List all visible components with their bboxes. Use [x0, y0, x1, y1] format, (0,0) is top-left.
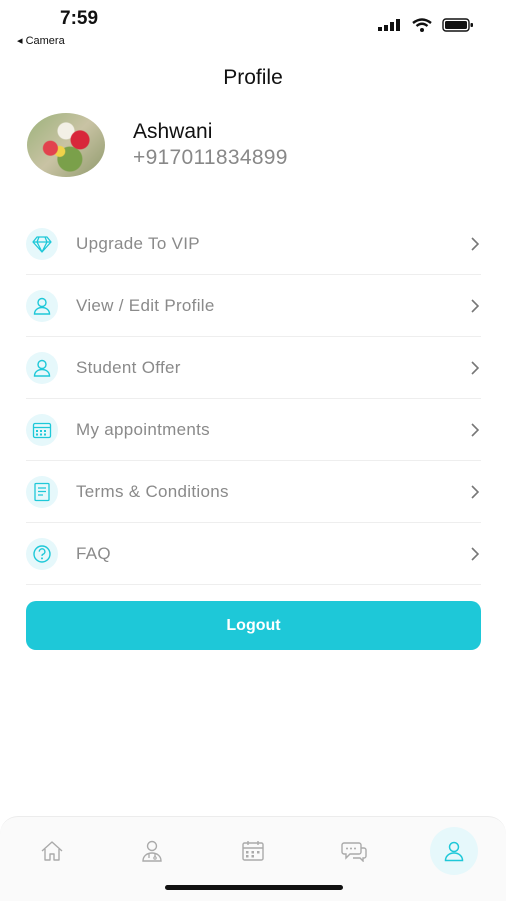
- calendar-icon: [26, 413, 58, 446]
- system-icons: [378, 18, 474, 32]
- status-bar: 7:59 ◂ Camera: [0, 0, 506, 52]
- status-time: 7:59: [60, 8, 99, 29]
- menu-item-my-appointments[interactable]: My appointments: [26, 399, 481, 461]
- diamond-icon: [26, 227, 58, 260]
- user-icon: [26, 351, 58, 384]
- chevron-right-icon: [471, 546, 479, 561]
- tab-calendar[interactable]: [228, 831, 278, 871]
- menu-item-label: My appointments: [76, 419, 210, 439]
- tab-chat[interactable]: [329, 831, 379, 871]
- menu-item-view-edit-profile[interactable]: View / Edit Profile: [26, 275, 481, 337]
- tab-home[interactable]: [27, 831, 77, 871]
- battery-icon: [442, 18, 473, 32]
- page-title: Profile: [223, 66, 283, 89]
- chat-icon: [341, 842, 367, 862]
- home-icon: [41, 841, 63, 861]
- question-icon: [26, 537, 58, 570]
- menu-item-upgrade-vip[interactable]: Upgrade To VIP: [26, 213, 481, 275]
- chevron-right-icon: [471, 298, 479, 313]
- chevron-right-icon: [471, 236, 479, 251]
- back-to-camera-link[interactable]: ◂ Camera: [17, 34, 65, 47]
- avatar[interactable]: [27, 113, 105, 177]
- menu-item-label: FAQ: [76, 543, 111, 563]
- chevron-right-icon: [471, 360, 479, 375]
- profile-menu: Upgrade To VIP View / Edit Profile Stude…: [26, 213, 481, 585]
- chevron-right-icon: [471, 422, 479, 437]
- tab-doctors[interactable]: [127, 831, 177, 871]
- logout-button[interactable]: Logout: [26, 601, 481, 650]
- user-name: Ashwani: [133, 120, 213, 143]
- doctor-icon: [142, 840, 162, 862]
- menu-item-faq[interactable]: FAQ: [26, 523, 481, 585]
- user-icon: [26, 289, 58, 322]
- profile-icon: [444, 841, 464, 862]
- signal-icon: [378, 19, 400, 31]
- document-icon: [26, 475, 58, 508]
- user-phone: +917011834899: [133, 146, 288, 169]
- menu-item-label: Upgrade To VIP: [76, 233, 200, 253]
- menu-item-label: Student Offer: [76, 357, 181, 377]
- menu-item-student-offer[interactable]: Student Offer: [26, 337, 481, 399]
- chevron-right-icon: [471, 484, 479, 499]
- menu-item-label: View / Edit Profile: [76, 295, 215, 315]
- tab-profile[interactable]: [430, 827, 478, 875]
- menu-item-terms-conditions[interactable]: Terms & Conditions: [26, 461, 481, 523]
- menu-item-label: Terms & Conditions: [76, 481, 229, 501]
- wifi-icon: [412, 18, 432, 32]
- calendar-icon: [242, 841, 264, 861]
- home-indicator[interactable]: [165, 885, 343, 890]
